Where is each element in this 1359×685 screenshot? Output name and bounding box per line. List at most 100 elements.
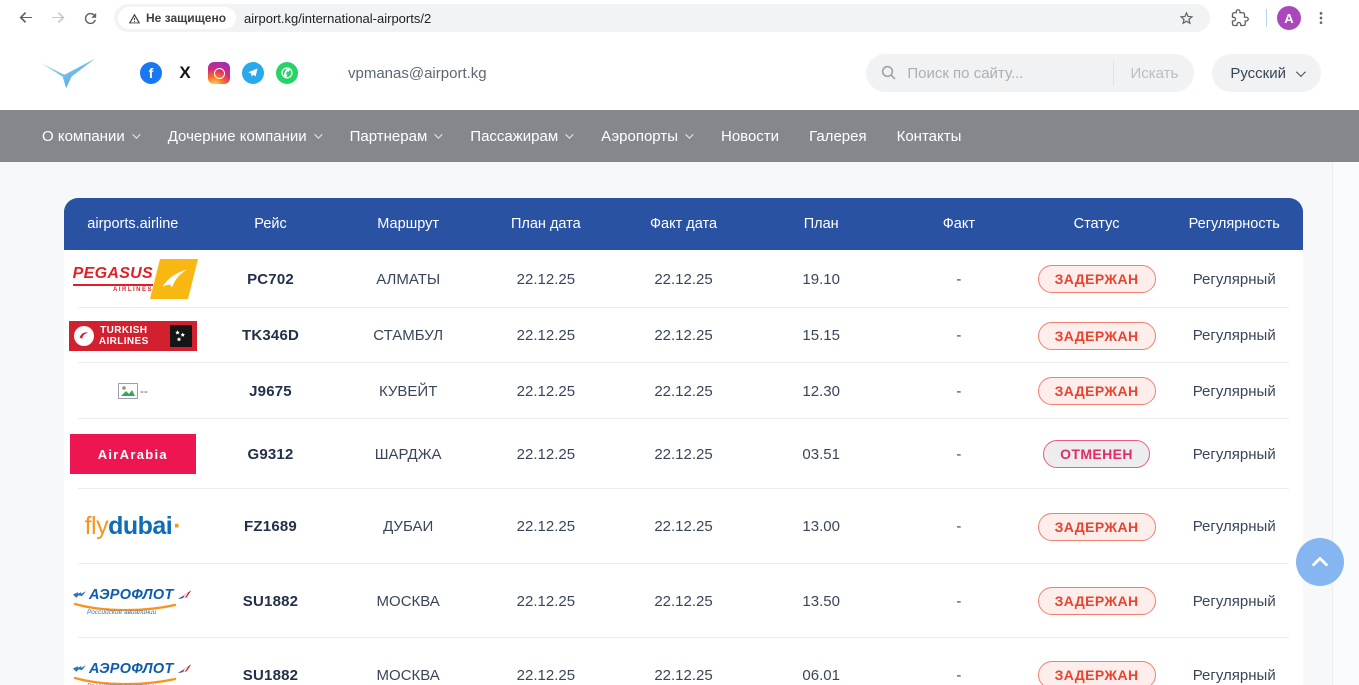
plan-date: 22.12.25 xyxy=(477,667,615,684)
chevron-down-icon xyxy=(434,130,442,138)
x-icon[interactable]: X xyxy=(174,62,196,84)
aeroflot-logo: АЭРОФЛОТ Российские авиалинии xyxy=(73,661,193,685)
table-row: PEGASUS AIRLINES PC702 АЛМАТЫ 22.12.25 2… xyxy=(64,250,1303,308)
toolbar-divider xyxy=(1266,9,1267,27)
nav-item-6[interactable]: Новости xyxy=(721,128,779,145)
telegram-icon[interactable] xyxy=(242,62,264,84)
broken-image-icon: -- xyxy=(118,383,148,399)
nav-item-5[interactable]: Аэропорты xyxy=(601,128,691,145)
page-scrollbar[interactable] xyxy=(1332,162,1359,685)
status-badge: ЗАДЕРЖАН xyxy=(1038,377,1156,405)
route: КУВЕЙТ xyxy=(339,383,477,400)
regularity: Регулярный xyxy=(1165,667,1303,684)
flydubai-logo: flydubai· xyxy=(85,512,182,541)
plan-date: 22.12.25 xyxy=(477,593,615,610)
fact-date: 22.12.25 xyxy=(615,383,753,400)
airline-logo-cell: TURKISH AIRLINES xyxy=(64,321,202,351)
main-navigation: О компании Дочерние компании Партнерам Пасс… xyxy=(0,110,1359,162)
regularity: Регулярный xyxy=(1165,327,1303,344)
back-button[interactable] xyxy=(10,2,42,34)
fact-date: 22.12.25 xyxy=(615,271,753,288)
search-button[interactable]: Искать xyxy=(1113,60,1194,86)
language-label: Русский xyxy=(1230,65,1286,82)
table-header-row: airports.airline Рейс Маршрут План дата … xyxy=(64,198,1303,250)
manas-airport-logo[interactable] xyxy=(38,55,98,91)
contact-email[interactable]: vpmanas@airport.kg xyxy=(348,65,487,82)
table-row: flydubai· FZ1689 ДУБАИ 22.12.25 22.12.25… xyxy=(64,489,1303,564)
plan-time: 13.00 xyxy=(752,518,890,535)
airline-logo-cell: AirArabia xyxy=(64,434,202,474)
profile-avatar[interactable]: A xyxy=(1277,6,1301,30)
fact-time: - xyxy=(890,327,1028,344)
fact-date: 22.12.25 xyxy=(615,446,753,463)
site-header: f X ✆ vpmanas@airport.kg Искать Русский xyxy=(0,36,1359,110)
url-text[interactable]: airport.kg/international-airports/2 xyxy=(244,11,1170,26)
regularity: Регулярный xyxy=(1165,593,1303,610)
security-label: Не защищено xyxy=(146,11,226,25)
puzzle-icon xyxy=(1231,9,1249,27)
column-header-fact-time: Факт xyxy=(890,216,1028,232)
table-row: -- J9675 КУВЕЙТ 22.12.25 22.12.25 12.30 … xyxy=(64,363,1303,419)
column-header-status: Статус xyxy=(1028,216,1166,232)
nav-item-7[interactable]: Галерея xyxy=(809,128,867,145)
reload-icon xyxy=(82,10,99,27)
plan-time: 19.10 xyxy=(752,271,890,288)
bookmark-button[interactable] xyxy=(1170,2,1202,34)
flight-number: FZ1689 xyxy=(202,518,340,535)
plan-time: 12.30 xyxy=(752,383,890,400)
nav-item-8[interactable]: Контакты xyxy=(897,128,962,145)
flight-number: TK346D xyxy=(202,327,340,344)
route: ШАРДЖА xyxy=(339,446,477,463)
plan-date: 22.12.25 xyxy=(477,271,615,288)
whatsapp-icon[interactable]: ✆ xyxy=(276,62,298,84)
social-links: f X ✆ xyxy=(140,62,298,84)
air-arabia-logo: AirArabia xyxy=(70,434,196,474)
column-header-flight: Рейс xyxy=(202,216,340,232)
column-header-regularity: Регулярность xyxy=(1165,216,1303,232)
aeroflot-flag-icon xyxy=(177,663,193,675)
status-badge: ЗАДЕРЖАН xyxy=(1038,587,1156,615)
status-badge: ЗАДЕРЖАН xyxy=(1038,661,1156,685)
plan-time: 03.51 xyxy=(752,446,890,463)
fact-date: 22.12.25 xyxy=(615,593,753,610)
plan-time: 15.15 xyxy=(752,327,890,344)
security-chip[interactable]: Не защищено xyxy=(118,7,236,29)
fact-date: 22.12.25 xyxy=(615,327,753,344)
column-header-airline: airports.airline xyxy=(64,216,202,232)
search-input[interactable] xyxy=(907,65,1113,82)
facebook-icon[interactable]: f xyxy=(140,62,162,84)
forward-button[interactable] xyxy=(42,2,74,34)
menu-button[interactable] xyxy=(1305,2,1337,34)
column-header-fact-date: Факт дата xyxy=(615,216,753,232)
table-row: АЭРОФЛОТ Российские авиалинии SU1882 МОС… xyxy=(64,564,1303,638)
route: МОСКВА xyxy=(339,593,477,610)
address-bar[interactable]: Не защищено airport.kg/international-air… xyxy=(114,4,1210,32)
language-selector[interactable]: Русский xyxy=(1212,54,1321,92)
status-badge: ЗАДЕРЖАН xyxy=(1038,513,1156,541)
airline-logo-cell: АЭРОФЛОТ Российские авиалинии xyxy=(64,587,202,616)
nav-item-2[interactable]: Дочерние компании xyxy=(168,128,320,145)
fact-time: - xyxy=(890,518,1028,535)
reload-button[interactable] xyxy=(74,2,106,34)
instagram-icon[interactable] xyxy=(208,62,230,84)
chevron-down-icon xyxy=(132,130,140,138)
regularity: Регулярный xyxy=(1165,518,1303,535)
fact-time: - xyxy=(890,383,1028,400)
regularity: Регулярный xyxy=(1165,271,1303,288)
nav-item-3[interactable]: Партнерам xyxy=(350,128,441,145)
table-row: АЭРОФЛОТ Российские авиалинии SU1882 МОС… xyxy=(64,638,1303,685)
extensions-button[interactable] xyxy=(1224,2,1256,34)
star-alliance-icon xyxy=(170,325,192,347)
nav-item-4[interactable]: Пассажирам xyxy=(470,128,571,145)
fact-date: 22.12.25 xyxy=(615,667,753,684)
nav-item-1[interactable]: О компании xyxy=(42,128,138,145)
turkish-bird-icon xyxy=(74,326,94,346)
fact-time: - xyxy=(890,667,1028,684)
table-row: TURKISH AIRLINES TK346D СТАМБУЛ 22.12.25… xyxy=(64,308,1303,363)
plan-time: 06.01 xyxy=(752,667,890,684)
back-arrow-icon xyxy=(17,9,35,27)
browser-toolbar: Не защищено airport.kg/international-air… xyxy=(0,0,1359,36)
scroll-to-top-button[interactable] xyxy=(1296,538,1344,586)
page-content: airports.airline Рейс Маршрут План дата … xyxy=(0,162,1359,685)
column-header-plan-time: План xyxy=(752,216,890,232)
